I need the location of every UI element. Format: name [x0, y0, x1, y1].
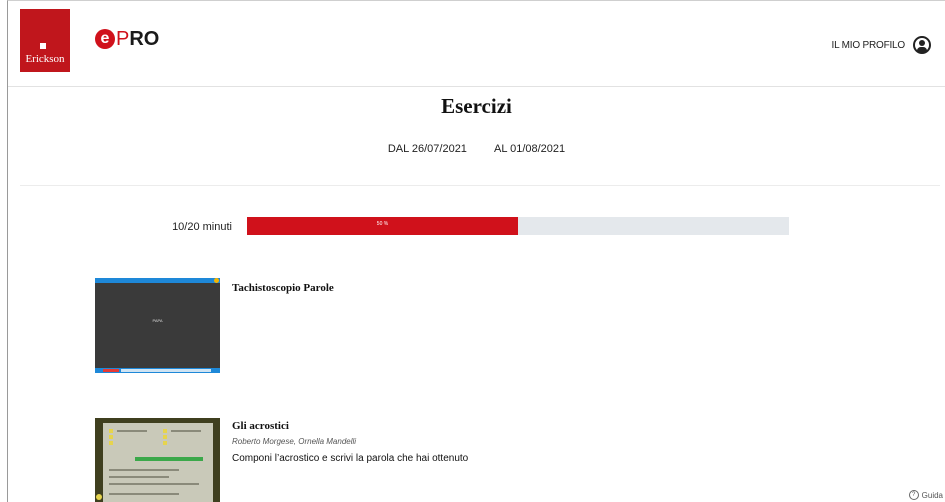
epro-logo-e: e: [95, 29, 115, 49]
help-circle-icon: ?: [908, 490, 919, 500]
thumb-topbar: [95, 278, 220, 283]
progress-percent: 50 %: [376, 221, 389, 227]
divider: [20, 185, 940, 186]
progress-bar-fill: 50 %: [247, 217, 518, 235]
thumb-board: [103, 423, 213, 502]
page-title: Esercizi: [441, 94, 512, 118]
thumb-line: [171, 430, 201, 432]
epro-logo-p: P: [116, 27, 130, 50]
exercise-thumbnail-acrostici[interactable]: [95, 418, 220, 502]
epro-logo[interactable]: e P RO: [95, 28, 159, 50]
thumb-word: PAPA: [152, 318, 163, 323]
thumb-line: [109, 493, 179, 495]
thumb-bottombar: [95, 368, 220, 373]
exercise-title[interactable]: Tachistoscopio Parole: [232, 282, 334, 294]
thumb-cell: [109, 441, 113, 445]
thumb-knob: [96, 494, 102, 500]
thumb-line: [109, 469, 179, 471]
profile-link[interactable]: IL MIO PROFILO: [831, 36, 931, 54]
progress-bar: 50 %: [247, 217, 789, 235]
exercise-authors: Roberto Morgese, Ornella Mandelli: [232, 437, 357, 446]
top-header: Erickson e P RO IL MIO PROFILO: [8, 1, 945, 87]
date-to: AL 01/08/2021: [494, 143, 566, 155]
thumb-cell: [163, 435, 167, 439]
thumb-banner: [135, 457, 203, 461]
exercise-description: Componi l’acrostico e scrivi la parola c…: [232, 453, 469, 464]
thumb-line: [117, 430, 147, 432]
date-from: DAL 26/07/2021: [387, 143, 467, 155]
thumb-controls: [103, 369, 119, 372]
thumb-cell: [163, 429, 167, 433]
thumb-cell: [109, 429, 113, 433]
exercise-title[interactable]: Gli acrostici: [232, 420, 289, 432]
help-button[interactable]: ? Guida: [908, 490, 943, 500]
erickson-logo-text: Erickson: [25, 53, 65, 65]
help-label: Guida: [921, 490, 943, 500]
thumb-coin-icon: [214, 278, 219, 283]
minutes-label: 10/20 minuti: [172, 221, 232, 233]
exercise-thumbnail-tachistoscopio[interactable]: PAPA: [95, 278, 220, 373]
date-range: DAL 26/07/2021 AL 01/08/2021: [8, 143, 945, 155]
user-avatar-icon[interactable]: [913, 36, 931, 54]
thumb-cell: [109, 435, 113, 439]
logo-square-mark: [40, 43, 46, 49]
thumb-cell: [163, 441, 167, 445]
thumb-answer-field: [121, 369, 211, 372]
profile-label: IL MIO PROFILO: [831, 39, 905, 51]
erickson-logo[interactable]: Erickson: [20, 9, 70, 72]
epro-logo-ro: RO: [129, 27, 160, 50]
thumb-line: [109, 476, 169, 478]
thumb-line: [109, 483, 199, 485]
